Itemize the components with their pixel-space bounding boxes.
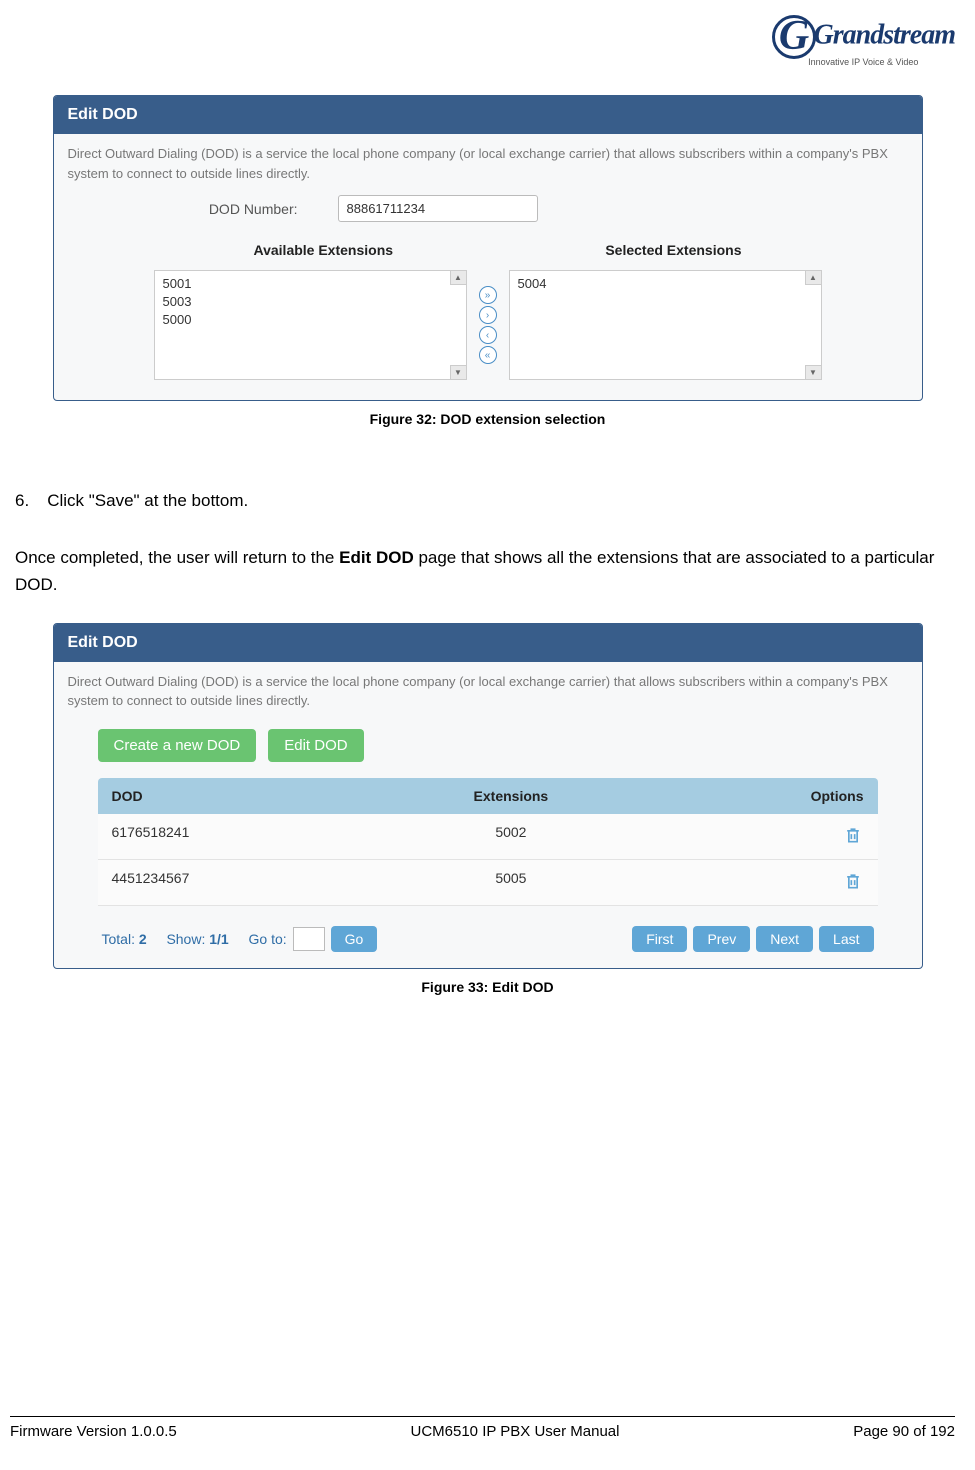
available-extensions-header: Available Extensions	[254, 242, 394, 258]
last-page-button[interactable]: Last	[819, 926, 873, 952]
ext-cell: 5005	[316, 860, 706, 905]
panel-title: Edit DOD	[54, 96, 922, 134]
edit-dod-list-panel: Edit DOD Direct Outward Dialing (DOD) is…	[53, 623, 923, 969]
delete-row-button[interactable]	[706, 814, 878, 859]
scroll-down-icon[interactable]: ▼	[805, 365, 821, 379]
create-dod-button[interactable]: Create a new DOD	[98, 729, 257, 762]
selected-extensions-header: Selected Extensions	[605, 242, 741, 258]
dod-cell: 6176518241	[98, 814, 316, 859]
page-footer: Firmware Version 1.0.0.5 UCM6510 IP PBX …	[10, 1416, 955, 1440]
table-row: 4451234567 5005	[98, 860, 878, 906]
list-item[interactable]: 5001	[163, 275, 458, 293]
selected-extensions-listbox[interactable]: ▲ 5004 ▼	[509, 270, 822, 380]
footer-firmware: Firmware Version 1.0.0.5	[10, 1423, 177, 1440]
col-extensions-header: Extensions	[316, 778, 706, 814]
dod-table: DOD Extensions Options 6176518241 5002 4…	[98, 778, 878, 906]
dod-number-label: DOD Number:	[68, 201, 338, 217]
trash-icon	[843, 824, 863, 846]
delete-row-button[interactable]	[706, 860, 878, 905]
brand-logo: GGrandstream Innovative IP Voice & Video	[772, 15, 955, 67]
move-all-right-button[interactable]: »	[479, 286, 497, 304]
available-extensions-listbox[interactable]: ▲ 5001 5003 5000 ▼	[154, 270, 467, 380]
goto-page-input[interactable]	[293, 927, 325, 951]
footer-page: Page 90 of 192	[853, 1423, 955, 1440]
list-item[interactable]: 5000	[163, 311, 458, 329]
panel-description: Direct Outward Dialing (DOD) is a servic…	[54, 134, 922, 191]
footer-title: UCM6510 IP PBX User Manual	[411, 1423, 620, 1440]
move-left-button[interactable]: ‹	[479, 326, 497, 344]
pagination-bar: Total: 2 Show: 1/1 Go to: Go First Prev …	[54, 918, 922, 968]
go-button[interactable]: Go	[331, 926, 378, 952]
edit-dod-button[interactable]: Edit DOD	[268, 729, 363, 762]
prev-page-button[interactable]: Prev	[693, 926, 750, 952]
step-number: 6.	[15, 487, 29, 514]
panel-description: Direct Outward Dialing (DOD) is a servic…	[54, 662, 922, 719]
figure-caption: Figure 33: Edit DOD	[10, 979, 965, 995]
edit-dod-selection-panel: Edit DOD Direct Outward Dialing (DOD) is…	[53, 95, 923, 401]
list-item[interactable]: 5003	[163, 293, 458, 311]
trash-icon	[843, 870, 863, 892]
ext-cell: 5002	[316, 814, 706, 859]
table-row: 6176518241 5002	[98, 814, 878, 860]
goto-label: Go to:	[249, 931, 287, 947]
brand-name: Grandstream	[814, 19, 955, 50]
dod-cell: 4451234567	[98, 860, 316, 905]
dod-number-input[interactable]	[338, 195, 538, 222]
col-dod-header: DOD	[98, 778, 316, 814]
scroll-down-icon[interactable]: ▼	[450, 365, 466, 379]
scroll-up-icon[interactable]: ▲	[450, 271, 466, 285]
step-text: Click "Save" at the bottom.	[47, 487, 248, 514]
col-options-header: Options	[706, 778, 878, 814]
panel-title: Edit DOD	[54, 624, 922, 662]
move-right-button[interactable]: ›	[479, 306, 497, 324]
figure-caption: Figure 32: DOD extension selection	[10, 411, 965, 427]
next-page-button[interactable]: Next	[756, 926, 813, 952]
scroll-up-icon[interactable]: ▲	[805, 271, 821, 285]
list-item[interactable]: 5004	[518, 275, 813, 293]
move-all-left-button[interactable]: «	[479, 346, 497, 364]
first-page-button[interactable]: First	[632, 926, 687, 952]
body-paragraph: Once completed, the user will return to …	[15, 544, 955, 598]
